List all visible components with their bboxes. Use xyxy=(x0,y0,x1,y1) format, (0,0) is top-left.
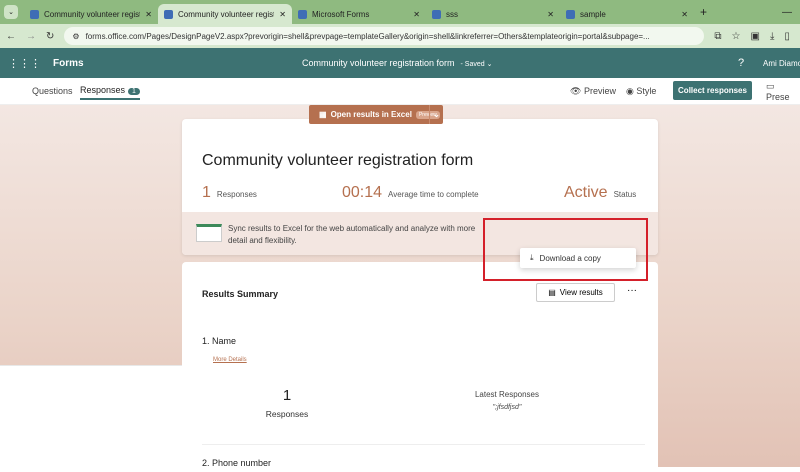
excel-sheet-illustration xyxy=(196,224,222,242)
back-icon[interactable]: ← xyxy=(6,31,16,42)
monitor-icon: ▭ xyxy=(766,80,775,91)
present-button[interactable]: ▭ Prese xyxy=(766,81,800,102)
open-in-excel-button[interactable]: ▦ Open results in Excel Preview ⌄ xyxy=(309,105,443,124)
close-icon[interactable]: ✕ xyxy=(547,10,554,19)
latest-responses-label: Latest Responses xyxy=(474,390,540,399)
excel-icon: ▦ xyxy=(319,110,327,119)
browser-tab-bar: ⌄ Community volunteer registrati✕ Commun… xyxy=(0,0,800,24)
minimize-button[interactable]: — xyxy=(782,7,792,18)
tab-responses[interactable]: Responses 1 xyxy=(80,85,140,100)
close-icon[interactable]: ✕ xyxy=(413,10,420,19)
forward-icon[interactable]: → xyxy=(26,31,36,42)
preview-button[interactable]: 👁 Preview xyxy=(570,86,616,97)
star-icon[interactable]: ☆ xyxy=(732,31,741,42)
eye-icon: 👁 xyxy=(570,85,582,96)
summary-card: Community volunteer registration form 1R… xyxy=(182,119,658,255)
more-details-link[interactable]: More Details xyxy=(213,357,247,363)
tab-questions[interactable]: Questions xyxy=(32,86,73,96)
site-info-icon[interactable]: ⚙ xyxy=(72,32,79,41)
reload-icon[interactable]: ↻ xyxy=(46,31,54,42)
response-count-label: Responses xyxy=(265,409,309,419)
responses-stat: 1 Responses xyxy=(202,184,257,201)
app-name[interactable]: Forms xyxy=(53,58,84,69)
forms-icon xyxy=(164,9,173,19)
new-tab-button[interactable]: + xyxy=(700,5,707,19)
form-tabs: Questions Responses 1 👁 Preview ◉ Style C… xyxy=(0,78,800,105)
collect-responses-button[interactable]: Collect responses xyxy=(673,81,752,100)
address-bar-row: ← → ↻ ⚙ forms.office.com/Pages/DesignPage… xyxy=(0,24,800,48)
tab-search-button[interactable]: ⌄ xyxy=(4,5,18,19)
browser-tab[interactable]: sample ✕ xyxy=(560,4,694,24)
style-button[interactable]: ◉ Style xyxy=(626,86,656,97)
download-icon[interactable]: ⤓ xyxy=(770,31,774,42)
browser-tab-active[interactable]: Community volunteer registrati✕ xyxy=(158,4,292,24)
view-results-button[interactable]: ▤ View results xyxy=(536,283,615,302)
latest-response-value: ";jfsdfjsd" xyxy=(492,404,522,411)
close-icon[interactable]: ✕ xyxy=(279,10,286,19)
status-stat: Active Status xyxy=(564,184,637,201)
white-overlay xyxy=(0,365,182,467)
forms-icon xyxy=(30,9,39,19)
forms-icon xyxy=(566,9,575,19)
responses-count-badge: 1 xyxy=(128,88,140,95)
sidebar-icon[interactable]: ▯ xyxy=(784,31,790,42)
extensions-icon[interactable]: ▣ xyxy=(751,31,760,42)
form-title: Community volunteer registration form xyxy=(202,152,474,169)
document-icon: ▤ xyxy=(548,288,556,297)
form-title-header[interactable]: Community volunteer registration form - … xyxy=(302,58,492,68)
results-summary-heading: Results Summary xyxy=(202,289,279,299)
browser-tab[interactable]: sss ✕ xyxy=(426,4,560,24)
browser-tab[interactable]: Community volunteer registrati✕ xyxy=(24,4,158,24)
results-card: Results Summary ▤ View results ··· 1. Nam… xyxy=(182,262,658,472)
app-launcher-icon[interactable]: ⋮⋮⋮ xyxy=(8,57,41,70)
forms-icon xyxy=(432,9,441,19)
close-icon[interactable]: ✕ xyxy=(145,10,152,19)
download-icon: ⤓ xyxy=(530,253,534,262)
avg-time-stat: 00:14 Average time to complete xyxy=(342,184,479,201)
url-input[interactable]: ⚙ forms.office.com/Pages/DesignPageV2.asp… xyxy=(64,27,705,45)
palette-icon: ◉ xyxy=(626,85,634,96)
install-icon[interactable]: ⧉ xyxy=(714,31,721,42)
browser-tab[interactable]: Microsoft Forms ✕ xyxy=(292,4,426,24)
app-header: ⋮⋮⋮ Forms Community volunteer registrati… xyxy=(0,48,800,78)
close-icon[interactable]: ✕ xyxy=(681,10,688,19)
question-title: 1. Name xyxy=(202,336,237,346)
response-count: 1 xyxy=(282,387,292,404)
help-icon[interactable]: ? xyxy=(738,57,744,69)
chevron-down-icon[interactable]: ⌄ xyxy=(429,105,443,124)
download-copy-menu-item[interactable]: ⤓ Download a copy xyxy=(520,248,636,268)
divider xyxy=(202,444,645,445)
forms-icon xyxy=(298,9,307,19)
more-options-button[interactable]: ··· xyxy=(627,285,637,296)
user-name[interactable]: Ami Diamo xyxy=(763,59,800,68)
